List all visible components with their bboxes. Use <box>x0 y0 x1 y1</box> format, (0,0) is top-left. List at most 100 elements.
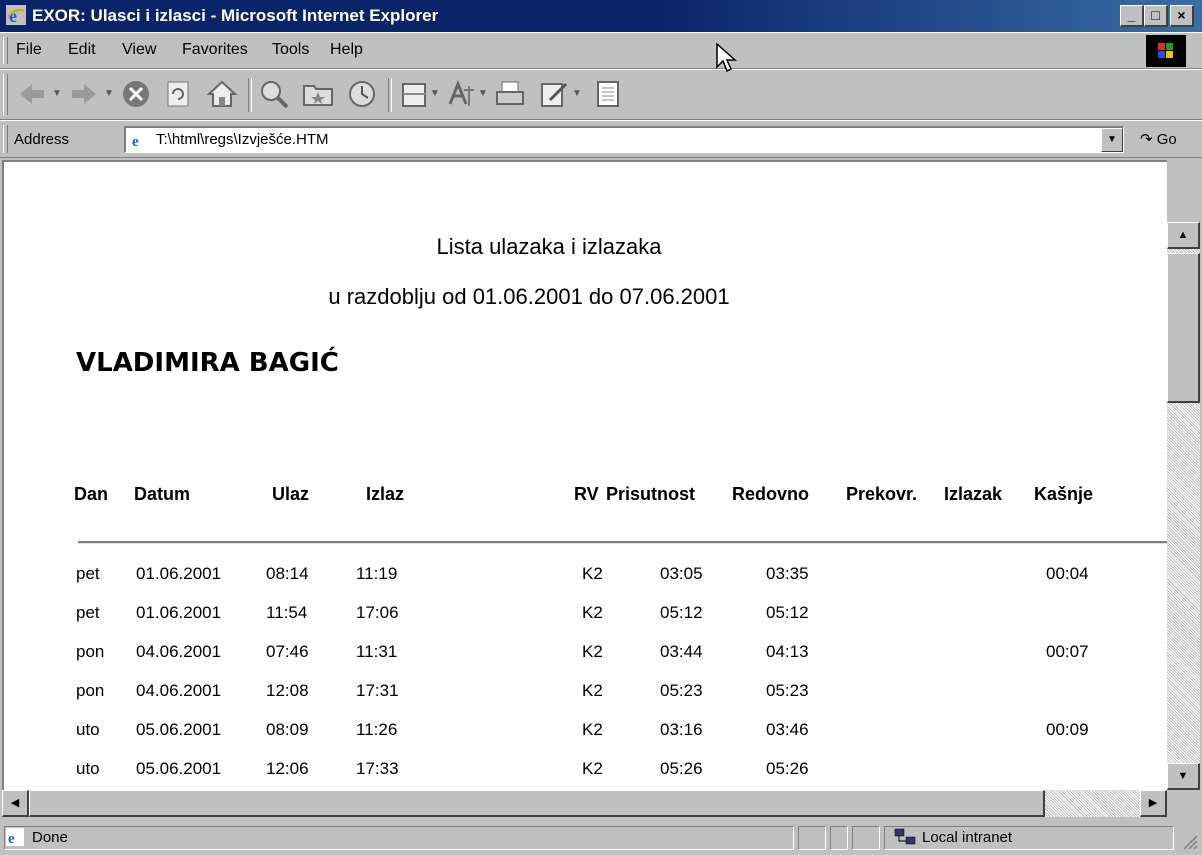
cell-redovno: 05:12 <box>766 603 809 622</box>
page-icon: e <box>130 131 148 149</box>
back-dropdown-icon[interactable]: ▼ <box>52 88 62 99</box>
cell-redovno: 03:35 <box>766 564 809 583</box>
print-icon[interactable] <box>492 76 528 112</box>
scroll-down-icon[interactable]: ▼ <box>1167 763 1200 790</box>
refresh-icon[interactable] <box>160 76 196 112</box>
encoding-dropdown-icon[interactable]: ▼ <box>478 88 488 99</box>
minimize-button[interactable]: _ <box>1120 5 1144 27</box>
cell-kasnje: 00:09 <box>1046 720 1089 739</box>
cell-dan: pet <box>76 603 100 622</box>
menu-edit[interactable]: Edit <box>68 41 96 59</box>
resize-grip-icon[interactable] <box>1180 832 1198 850</box>
vertical-scrollbar[interactable]: ▲ ▼ <box>1167 222 1200 790</box>
address-label: Address <box>14 131 70 148</box>
window-title: EXOR: Ulasci i izlasci - Microsoft Inter… <box>32 6 439 25</box>
col-header-prisutnost: Prisutnost <box>606 484 696 504</box>
horizontal-scroll-thumb[interactable] <box>29 790 1045 817</box>
col-header-izlaz: Izlaz <box>366 484 405 504</box>
cell-rv: K2 <box>582 720 603 739</box>
forward-dropdown-icon[interactable]: ▼ <box>104 88 114 99</box>
cell-izlaz: 11:31 <box>356 642 398 661</box>
cell-datum: 04.06.2001 <box>136 642 222 661</box>
cell-ulaz: 11:54 <box>266 603 308 622</box>
cell-ulaz: 08:14 <box>266 564 309 583</box>
status-bar: e Done Local intranet <box>0 820 1202 855</box>
cell-datum: 05.06.2001 <box>136 759 222 778</box>
mail-dropdown-icon[interactable]: ▼ <box>430 88 440 99</box>
cell-rv: K2 <box>582 681 603 700</box>
scroll-up-icon[interactable]: ▲ <box>1167 222 1200 249</box>
maximize-button[interactable]: □ <box>1144 5 1168 27</box>
discuss-icon[interactable] <box>590 76 626 112</box>
cell-redovno: 05:26 <box>766 759 809 778</box>
title-bar[interactable]: e EXOR: Ulasci i izlasci - Microsoft Int… <box>0 0 1202 32</box>
stop-icon[interactable] <box>118 76 154 112</box>
standard-toolbar: ▼ ▼ ▼ ▼ ▼ <box>0 69 1202 120</box>
page-content: Lista ulazaka i izlazaka u razdoblju od … <box>2 160 1167 790</box>
cell-kasnje: 00:04 <box>1046 564 1089 583</box>
menu-help[interactable]: Help <box>330 41 363 59</box>
employee-name: VLADIMIRA BAGIĆ <box>76 348 339 378</box>
cell-dan: uto <box>76 759 100 778</box>
favorites-icon[interactable] <box>300 76 336 112</box>
cell-rv: K2 <box>582 564 603 583</box>
go-button[interactable]: ↷ Go <box>1140 130 1177 148</box>
go-arrow-icon: ↷ <box>1140 131 1153 148</box>
edit-icon[interactable] <box>536 76 572 112</box>
menu-favorites[interactable]: Favorites <box>182 41 248 59</box>
cell-izlaz: 17:31 <box>356 681 399 700</box>
intranet-zone-icon <box>894 828 916 845</box>
cell-redovno: 03:46 <box>766 720 809 739</box>
home-icon[interactable] <box>204 76 240 112</box>
forward-arrow-icon[interactable] <box>66 76 102 112</box>
menu-view[interactable]: View <box>122 41 156 59</box>
col-header-kasnje: Kašnje <box>1034 484 1094 504</box>
menu-bar: File Edit View Favorites Tools Help <box>0 32 1202 69</box>
cell-dan: uto <box>76 720 100 739</box>
cell-rv: K2 <box>582 603 603 622</box>
scroll-left-icon[interactable]: ◀ <box>2 790 29 817</box>
col-header-ulaz: Ulaz <box>272 484 310 504</box>
scroll-right-icon[interactable]: ▶ <box>1140 790 1167 817</box>
col-header-dan: Dan <box>74 484 109 504</box>
horizontal-scrollbar[interactable]: ◀ ▶ <box>2 790 1167 817</box>
cell-ulaz: 12:08 <box>266 681 309 700</box>
browser-window: e EXOR: Ulasci i izlasci - Microsoft Int… <box>0 0 1202 855</box>
cell-prisutnost: 05:12 <box>660 603 703 622</box>
back-arrow-icon[interactable] <box>14 76 50 112</box>
menu-tools[interactable]: Tools <box>272 41 309 59</box>
report-period: u razdoblju od 01.06.2001 do 07.06.2001 <box>328 284 730 309</box>
cell-rv: K2 <box>582 642 603 661</box>
cell-datum: 01.06.2001 <box>136 603 222 622</box>
mouse-cursor-icon <box>716 43 737 73</box>
address-bar: Address e T:\html\regs\Izvješće.HTM ▼ ↷ … <box>0 120 1202 158</box>
cell-ulaz: 07:46 <box>266 642 309 661</box>
close-button[interactable]: × <box>1170 5 1194 27</box>
history-icon[interactable] <box>344 76 380 112</box>
address-input[interactable]: e T:\html\regs\Izvješće.HTM ▼ <box>124 126 1124 153</box>
mail-icon[interactable] <box>398 76 434 112</box>
cell-datum: 01.06.2001 <box>136 564 222 583</box>
cell-prisutnost: 03:44 <box>660 642 703 661</box>
vertical-scroll-thumb[interactable] <box>1167 253 1200 403</box>
cell-prisutnost: 03:16 <box>660 720 703 739</box>
header-divider <box>78 541 1167 544</box>
search-icon[interactable] <box>256 76 292 112</box>
cell-dan: pon <box>76 681 105 700</box>
address-dropdown-icon[interactable]: ▼ <box>1101 128 1123 152</box>
menu-file[interactable]: File <box>16 41 42 59</box>
cell-izlaz: 11:26 <box>356 720 398 739</box>
cell-dan: pet <box>76 564 100 583</box>
col-header-redovno: Redovno <box>732 484 810 504</box>
encoding-icon[interactable] <box>444 76 480 112</box>
col-header-prekovr: Prekovr. <box>846 484 918 504</box>
address-url: T:\html\regs\Izvješće.HTM <box>156 131 329 148</box>
cell-prisutnost: 03:05 <box>660 564 703 583</box>
cell-ulaz: 12:06 <box>266 759 309 778</box>
cell-ulaz: 08:09 <box>266 720 309 739</box>
cell-prisutnost: 05:26 <box>660 759 703 778</box>
edit-dropdown-icon[interactable]: ▼ <box>572 88 582 99</box>
cell-rv: K2 <box>582 759 603 778</box>
cell-redovno: 05:23 <box>766 681 809 700</box>
ie-logo-icon: e <box>6 5 26 25</box>
